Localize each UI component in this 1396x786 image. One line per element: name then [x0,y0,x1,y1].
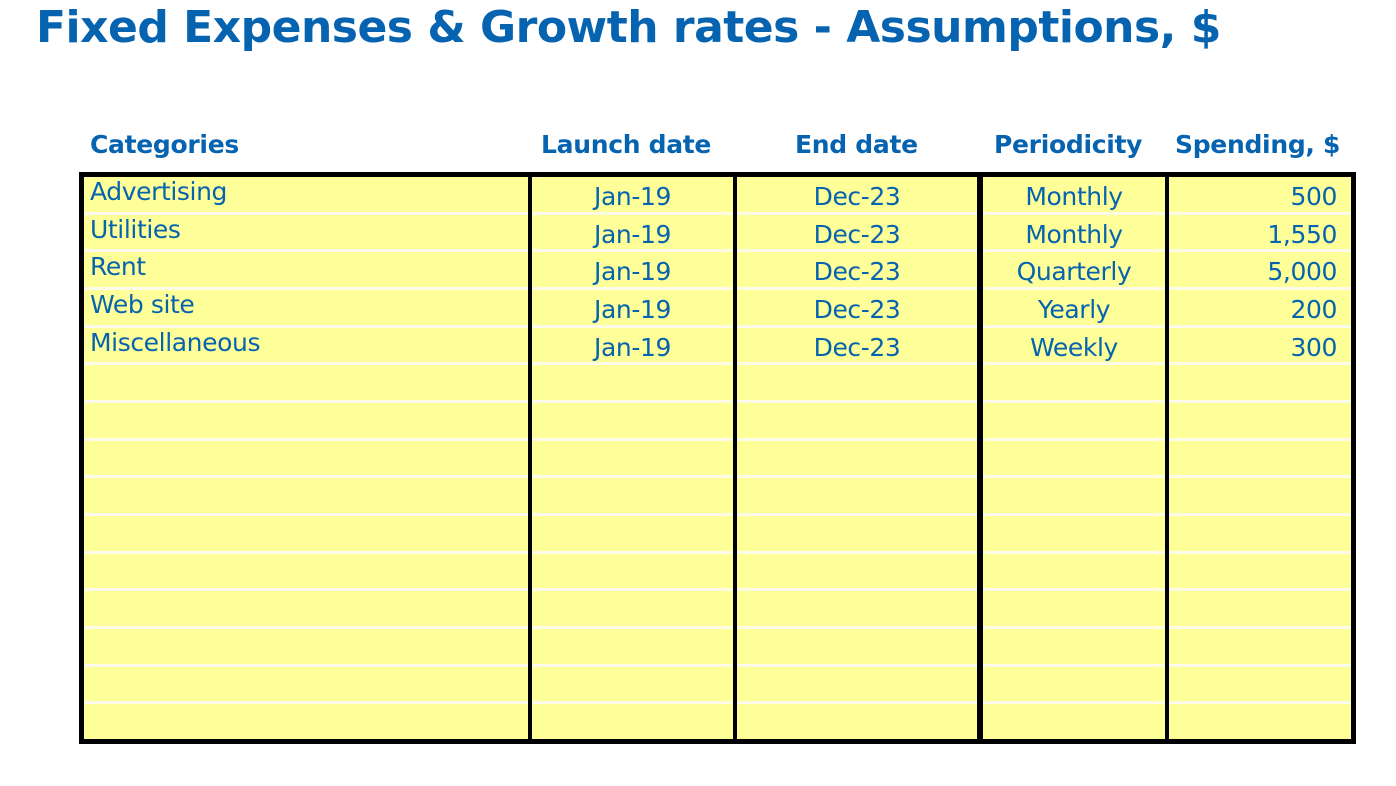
cell-periodicity[interactable] [983,516,1165,554]
cell-launch[interactable] [532,667,733,705]
cell-periodicity[interactable] [983,478,1165,517]
header-periodicity: Periodicity [994,130,1143,159]
cell-end[interactable] [737,516,977,554]
cell-end[interactable] [737,704,977,739]
cell-launch[interactable] [532,704,733,739]
cell-category[interactable]: Miscellaneous [84,328,528,366]
cell-spending[interactable] [1169,554,1351,592]
cell-end[interactable] [737,365,977,404]
cell-category[interactable] [84,704,528,739]
column-spending: 500 1,550 5,000 200 300 [1169,177,1351,739]
cell-spending[interactable] [1169,629,1351,667]
cell-launch[interactable]: Jan-19 [532,215,733,253]
cell-periodicity[interactable] [983,667,1165,705]
cell-launch[interactable]: Jan-19 [532,328,733,366]
column-end-date: Dec-23 Dec-23 Dec-23 Dec-23 Dec-23 [737,177,977,739]
cell-periodicity[interactable] [983,704,1165,739]
cell-spending[interactable] [1169,591,1351,630]
cell-category[interactable]: Advertising [84,177,528,215]
cell-launch[interactable] [532,554,733,592]
cell-periodicity[interactable] [983,403,1165,441]
cell-category[interactable] [84,478,528,517]
cell-spending[interactable] [1169,516,1351,554]
cell-periodicity[interactable] [983,365,1165,404]
cell-periodicity[interactable] [983,554,1165,592]
cell-periodicity[interactable] [983,629,1165,667]
cell-end[interactable] [737,478,977,517]
cell-end[interactable]: Dec-23 [737,215,977,253]
cell-launch[interactable] [532,591,733,630]
cell-launch[interactable] [532,516,733,554]
cell-launch[interactable] [532,629,733,667]
cell-periodicity[interactable] [983,441,1165,479]
cell-category[interactable]: Rent [84,252,528,291]
cell-launch[interactable]: Jan-19 [532,290,733,328]
cell-end[interactable]: Dec-23 [737,290,977,328]
header-spending: Spending, $ [1175,130,1341,159]
cell-spending[interactable] [1169,667,1351,705]
cell-end[interactable] [737,667,977,705]
cell-launch[interactable] [532,403,733,441]
cell-periodicity[interactable]: Yearly [983,290,1165,328]
cell-launch[interactable] [532,365,733,404]
cell-periodicity[interactable]: Quarterly [983,252,1165,291]
cell-spending[interactable] [1169,441,1351,479]
cell-launch[interactable]: Jan-19 [532,177,733,215]
cell-launch[interactable] [532,478,733,517]
cell-end[interactable]: Dec-23 [737,252,977,291]
cell-category[interactable]: Utilities [84,215,528,253]
cell-periodicity[interactable]: Weekly [983,328,1165,366]
cell-end[interactable] [737,441,977,479]
column-categories: Advertising Utilities Rent Web site Miscella… [84,177,528,739]
column-launch-date: Jan-19 Jan-19 Jan-19 Jan-19 Jan-19 [532,177,733,739]
cell-end[interactable] [737,403,977,441]
cell-end[interactable] [737,629,977,667]
cell-periodicity[interactable] [983,591,1165,630]
cell-end[interactable] [737,554,977,592]
cell-category[interactable] [84,365,528,404]
cell-spending[interactable]: 5,000 [1169,252,1351,291]
cell-category[interactable] [84,591,528,630]
cell-category[interactable] [84,554,528,592]
expenses-table: Advertising Utilities Rent Web site Miscella… [79,172,1356,744]
cell-spending[interactable]: 200 [1169,290,1351,328]
cell-spending[interactable] [1169,365,1351,404]
cell-spending[interactable] [1169,403,1351,441]
header-launch-date: Launch date [541,130,712,159]
header-categories: Categories [90,130,239,159]
page-title: Fixed Expenses & Growth rates - Assumpti… [36,2,1221,53]
cell-end[interactable] [737,591,977,630]
cell-launch[interactable] [532,441,733,479]
cell-category[interactable] [84,441,528,479]
cell-end[interactable]: Dec-23 [737,177,977,215]
cell-category[interactable] [84,403,528,441]
cell-end[interactable]: Dec-23 [737,328,977,366]
header-end-date: End date [795,130,918,159]
column-periodicity: Monthly Monthly Quarterly Yearly Weekly [983,177,1165,739]
cell-category[interactable] [84,516,528,554]
cell-category[interactable]: Web site [84,290,528,328]
cell-launch[interactable]: Jan-19 [532,252,733,291]
cell-periodicity[interactable]: Monthly [983,215,1165,253]
cell-spending[interactable]: 300 [1169,328,1351,366]
cell-category[interactable] [84,667,528,705]
cell-spending[interactable]: 1,550 [1169,215,1351,253]
cell-spending[interactable] [1169,478,1351,517]
cell-category[interactable] [84,629,528,667]
cell-spending[interactable]: 500 [1169,177,1351,215]
cell-periodicity[interactable]: Monthly [983,177,1165,215]
cell-spending[interactable] [1169,704,1351,739]
